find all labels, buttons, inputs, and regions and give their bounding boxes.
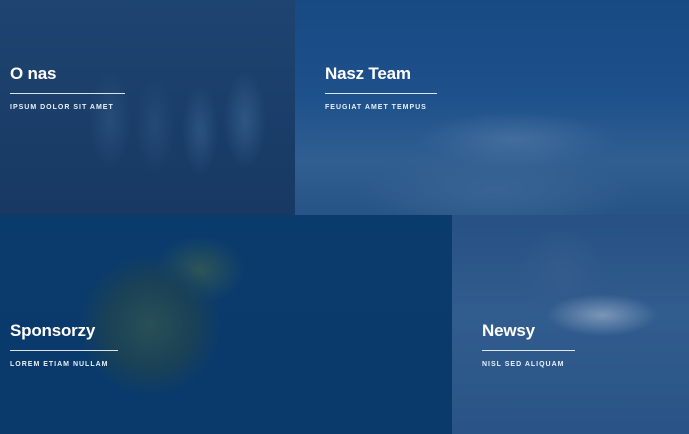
tile-title[interactable]: Sponsorzy: [10, 321, 118, 341]
tile-divider: [10, 350, 118, 351]
tile-newsy[interactable]: Newsy NISL SED ALIQUAM: [452, 215, 689, 434]
tile-subtitle: NISL SED ALIQUAM: [482, 361, 565, 368]
tile-divider: [10, 93, 125, 94]
tile-title[interactable]: Nasz Team: [325, 64, 437, 84]
tile-subtitle: FEUGIAT AMET TEMPUS: [325, 104, 427, 111]
tile-title[interactable]: O nas: [10, 64, 125, 84]
tile-sponsorzy[interactable]: Sponsorzy LOREM ETIAM NULLAM: [0, 215, 452, 434]
tile-content: Newsy NISL SED ALIQUAM: [482, 321, 575, 369]
tile-content: O nas IPSUM DOLOR SIT AMET: [10, 64, 125, 112]
tile-divider: [325, 93, 437, 94]
tile-subtitle: LOREM ETIAM NULLAM: [10, 361, 109, 368]
tile-subtitle: IPSUM DOLOR SIT AMET: [10, 104, 114, 111]
tile-content: Sponsorzy LOREM ETIAM NULLAM: [10, 321, 118, 369]
tile-divider: [482, 350, 575, 351]
tile-nasz-team[interactable]: Nasz Team FEUGIAT AMET TEMPUS: [295, 0, 689, 215]
tile-content: Nasz Team FEUGIAT AMET TEMPUS: [325, 64, 437, 112]
tile-o-nas[interactable]: O nas IPSUM DOLOR SIT AMET: [0, 0, 295, 215]
tile-title[interactable]: Newsy: [482, 321, 575, 341]
